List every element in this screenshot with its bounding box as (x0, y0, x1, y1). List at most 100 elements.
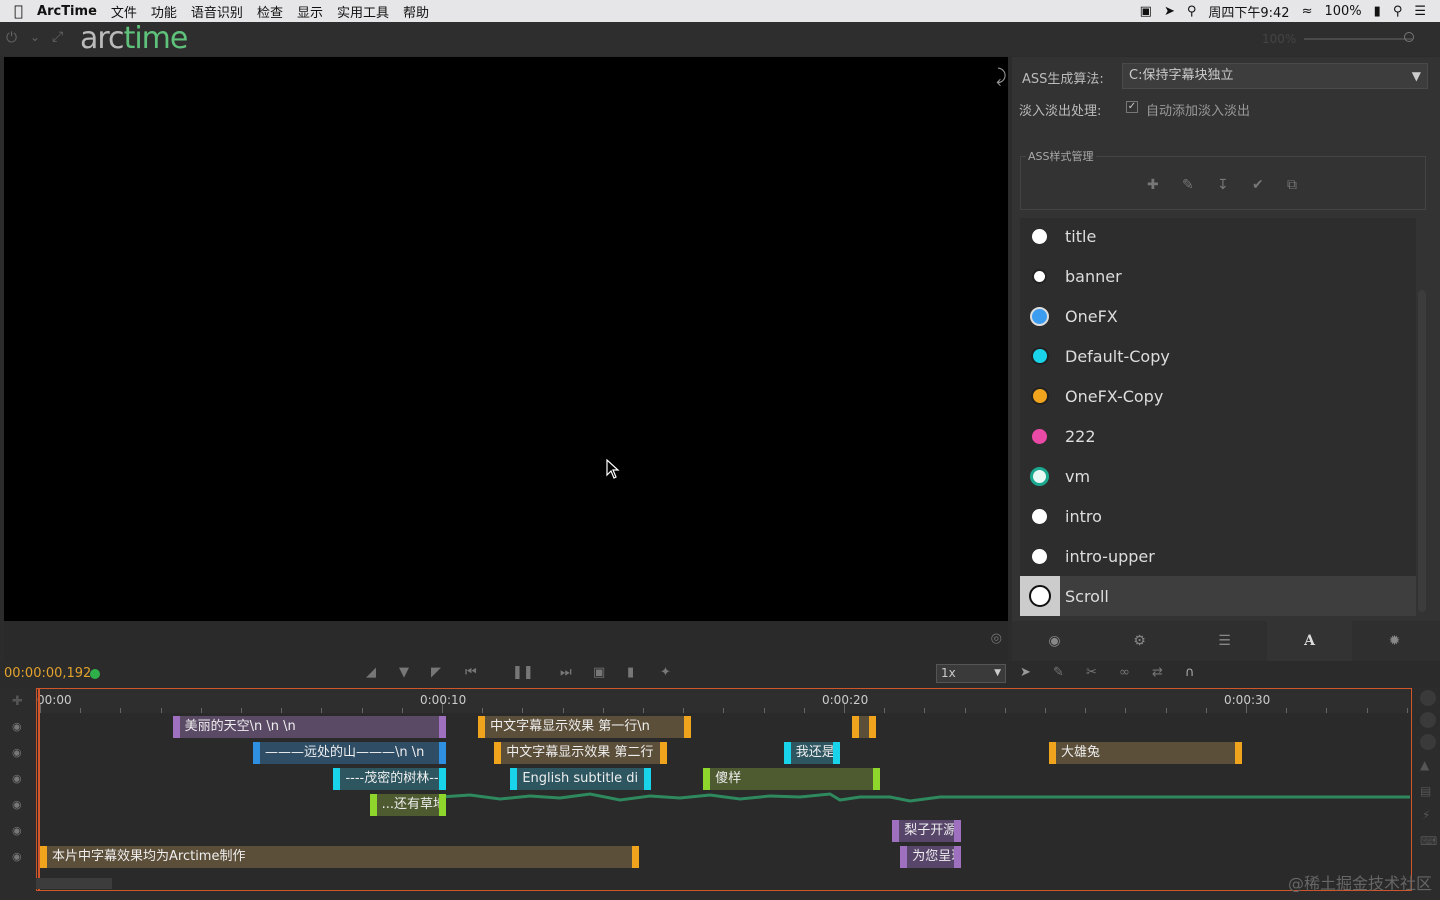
clip-end-handle[interactable] (439, 742, 446, 764)
playhead[interactable] (38, 689, 40, 891)
style-item-vm[interactable]: vm (1020, 456, 1416, 496)
clip-end-handle[interactable] (439, 716, 447, 738)
text-cursor-icon[interactable]: ↧ (1217, 177, 1229, 193)
subtitle-clip[interactable]: 为您呈现 (900, 846, 961, 868)
style-item-scroll[interactable]: Scroll (1020, 576, 1416, 616)
mark-down-icon[interactable]: ▼ (399, 665, 409, 680)
subtitle-clip[interactable]: 中文字幕显示效果 第一行\n (478, 716, 692, 738)
magic-wand-icon[interactable]: ✦ (660, 665, 671, 680)
next-icon[interactable]: ⏭ (560, 665, 572, 680)
chevron-down-icon[interactable]: ⌄ (30, 30, 40, 44)
ass-algo-select[interactable]: C:保持字幕块独立 ▼ (1122, 63, 1428, 89)
clip-end-handle[interactable] (869, 716, 877, 738)
style-list-scrollbar[interactable] (1418, 290, 1426, 612)
speed-select[interactable]: 1x ▼ (936, 664, 1006, 683)
clip-end-handle[interactable] (953, 846, 961, 868)
dropdown-arrow-icon[interactable]: ▼ (1412, 64, 1421, 88)
mountain-icon[interactable]: ▲ (1420, 758, 1429, 772)
clip-start-handle[interactable] (900, 846, 908, 868)
apply-style-icon[interactable]: ✔ (1252, 177, 1264, 193)
send-icon[interactable]: ➤ (1164, 4, 1175, 19)
camera-icon[interactable]: ▣ (1140, 4, 1152, 19)
menu-function[interactable]: 功能 (151, 2, 177, 21)
spotlight-search-icon[interactable]: ⚲ (1393, 4, 1403, 19)
clip-start-handle[interactable] (478, 716, 486, 738)
pin-icon[interactable]: ⚲ (1187, 4, 1197, 19)
clip-start-handle[interactable] (783, 742, 791, 764)
tab-comments[interactable]: ◉ (1012, 621, 1097, 661)
circle-icon[interactable] (1420, 690, 1436, 706)
clip-start-handle[interactable] (333, 768, 341, 790)
subtitle-clip[interactable] (852, 716, 877, 738)
link-icon[interactable]: ∞ (1119, 665, 1130, 680)
tab-list[interactable]: ☰ (1182, 621, 1267, 661)
pause-icon[interactable]: ❚❚ (512, 665, 534, 680)
expand-icon[interactable]: ⤢ (52, 29, 63, 45)
clip-end-handle[interactable] (684, 716, 692, 738)
subtitle-clip[interactable]: 梨子开源 (892, 820, 961, 842)
subtitle-clip[interactable]: ----茂密的树林----\n (333, 768, 446, 790)
edit-style-icon[interactable]: ✎ (1182, 177, 1194, 193)
subtitle-clip[interactable]: 美丽的天空\n \n \n (172, 716, 447, 738)
timeline-scrollbar[interactable] (36, 878, 112, 889)
clip-end-handle[interactable] (1234, 742, 1242, 764)
subtitle-clip[interactable]: 中文字幕显示效果 第二行 (494, 742, 668, 764)
video-preview[interactable] (4, 57, 1008, 621)
clip-start-handle[interactable] (1049, 742, 1057, 764)
copy-style-icon[interactable]: ⧉ (1287, 177, 1297, 193)
edit-tool-icon[interactable]: ✎ (1053, 665, 1064, 680)
track-visibility-eye-icon[interactable]: ◉ (12, 720, 22, 733)
subtitle-clip[interactable]: 大雄兔 (1049, 742, 1242, 764)
mark-in-icon[interactable]: ◢ (366, 665, 376, 680)
subtitle-clip[interactable]: ———远处的山———\n \n (253, 742, 446, 764)
track-visibility-eye-icon[interactable]: ◉ (12, 746, 22, 759)
menu-check[interactable]: 检查 (257, 2, 283, 21)
style-item-onefx[interactable]: OneFX (1020, 296, 1416, 336)
mark-out-icon[interactable]: ◤ (431, 665, 441, 680)
magnet-icon[interactable]: ∩ (1185, 665, 1195, 680)
style-item-banner[interactable]: banner (1020, 256, 1416, 296)
clip-end-handle[interactable] (439, 794, 446, 816)
style-item-intro-upper[interactable]: intro-upper (1020, 536, 1416, 576)
style-item-onefx-copy[interactable]: OneFX-Copy (1020, 376, 1416, 416)
menu-tools[interactable]: 实用工具 (337, 2, 389, 21)
time-ruler[interactable]: 00:00 0:00:10 0:00:20 0:00:30 (37, 689, 1410, 713)
scissors-icon[interactable]: ✂ (1086, 665, 1097, 680)
track-visibility-eye-icon[interactable]: ◉ (12, 772, 22, 785)
clip-end-handle[interactable] (644, 768, 652, 790)
bookmark-icon[interactable]: ▮ (627, 665, 634, 680)
subtitle-clip[interactable]: 我还是 (783, 742, 840, 764)
swap-icon[interactable]: ⇄ (1152, 665, 1163, 680)
tab-debug[interactable]: ✹ (1352, 621, 1437, 661)
clip-start-handle[interactable] (369, 794, 377, 816)
track-visibility-eye-icon[interactable]: ◉ (12, 798, 22, 811)
apple-menu-icon[interactable]:  (14, 2, 23, 20)
clip-end-handle[interactable] (873, 768, 881, 790)
clip-start-handle[interactable] (852, 716, 860, 738)
add-style-icon[interactable]: ✚ (1147, 177, 1159, 193)
menu-display[interactable]: 显示 (297, 2, 323, 21)
style-item-title[interactable]: title (1020, 218, 1416, 256)
clip-start-handle[interactable] (494, 742, 502, 764)
clip-start-handle[interactable] (172, 716, 180, 738)
app-menu[interactable]: ArcTime (37, 4, 97, 19)
power-icon[interactable]: ⏻ (6, 30, 17, 46)
add-track-icon[interactable]: ✚ (12, 694, 23, 709)
circle-icon[interactable] (1420, 712, 1436, 728)
subtitle-clip[interactable]: English subtitle di (510, 768, 652, 790)
wifi-icon[interactable]: ≈ (1302, 4, 1313, 19)
style-item-intro[interactable]: intro (1020, 496, 1416, 536)
tab-settings[interactable]: ⚙ (1097, 621, 1182, 661)
clip-end-handle[interactable] (832, 742, 840, 764)
clip-start-handle[interactable] (510, 768, 518, 790)
clip-start-handle[interactable] (703, 768, 711, 790)
bar-chart-icon[interactable]: ▤ (1420, 784, 1431, 798)
style-item-default-copy[interactable]: Default-Copy (1020, 336, 1416, 376)
clip-start-handle[interactable] (892, 820, 900, 842)
tab-styles[interactable]: A (1267, 621, 1352, 661)
prev-icon[interactable]: ⏮ (465, 665, 477, 680)
clip-start-handle[interactable] (253, 742, 261, 764)
style-item-222[interactable]: 222 (1020, 416, 1416, 456)
menu-file[interactable]: 文件 (111, 2, 137, 21)
fade-checkbox[interactable]: ✓ (1126, 101, 1138, 113)
